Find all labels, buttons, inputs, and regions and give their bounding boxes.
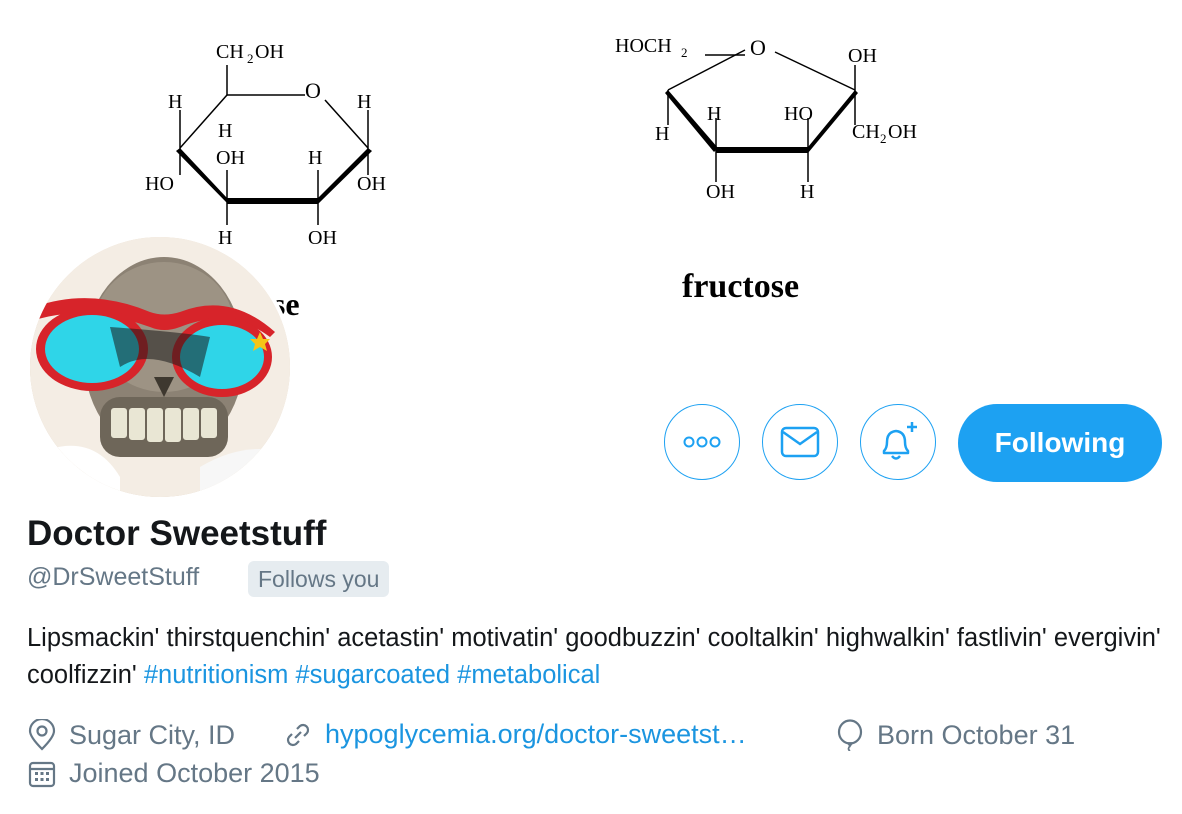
svg-text:2: 2 [681, 45, 688, 60]
svg-text:HOCH: HOCH [615, 35, 672, 57]
website-link[interactable]: hypoglycemia.org/doctor-sweetst… [325, 719, 747, 750]
notifications-button[interactable] [860, 404, 936, 480]
svg-text:OH: OH [888, 121, 917, 143]
svg-text:H: H [800, 181, 814, 203]
calendar-icon [28, 761, 56, 787]
skull-avatar-image [30, 237, 290, 497]
balloon-icon [837, 719, 863, 751]
svg-text:OH: OH [255, 41, 284, 63]
svg-text:2: 2 [247, 51, 254, 66]
link-icon [286, 723, 310, 746]
svg-text:O: O [305, 78, 321, 103]
user-handle: @DrSweetStuff [27, 563, 200, 591]
svg-text:CH: CH [216, 41, 244, 63]
svg-text:H: H [168, 91, 182, 113]
svg-text:H: H [707, 103, 721, 125]
svg-text:HO: HO [784, 103, 813, 125]
svg-text:OH: OH [308, 227, 337, 249]
joined-text: Joined October 2015 [69, 758, 320, 788]
more-button[interactable] [664, 404, 740, 480]
avatar[interactable] [26, 233, 294, 501]
profile-website: hypoglycemia.org/doctor-sweetst… [283, 719, 747, 750]
svg-text:OH: OH [706, 181, 735, 203]
svg-text:H: H [218, 227, 232, 249]
more-icon [683, 436, 721, 448]
following-button[interactable]: Following [958, 404, 1162, 482]
svg-text:H: H [357, 91, 371, 113]
svg-text:HO: HO [145, 173, 174, 195]
hashtag-link[interactable]: #nutritionism [144, 661, 289, 689]
profile-location: Sugar City, ID [27, 719, 235, 751]
location-pin-icon [28, 719, 56, 751]
svg-text:OH: OH [216, 147, 245, 169]
message-button[interactable] [762, 404, 838, 480]
fructose-structure: HOCH 2 O OH H HO H CH 2 OH OH H fructose [615, 35, 917, 305]
svg-text:2: 2 [880, 131, 887, 146]
follows-you-badge: Follows you [248, 561, 390, 597]
svg-text:H: H [308, 147, 322, 169]
svg-text:OH: OH [357, 173, 386, 195]
svg-text:CH: CH [852, 121, 880, 143]
svg-text:OH: OH [848, 45, 877, 67]
svg-text:O: O [750, 35, 766, 60]
envelope-icon [780, 426, 820, 458]
profile-joined: Joined October 2015 [27, 758, 320, 789]
bell-plus-icon [882, 422, 917, 460]
fructose-caption: fructose [682, 268, 799, 305]
birthday-text: Born October 31 [877, 719, 1076, 750]
svg-text:H: H [218, 120, 232, 142]
profile-birthday: Born October 31 [835, 719, 1075, 751]
display-name: Doctor Sweetstuff [27, 514, 327, 553]
hashtag-link[interactable]: #metabolical [457, 661, 600, 689]
hashtag-link[interactable]: #sugarcoated [296, 661, 451, 689]
location-text: Sugar City, ID [69, 719, 236, 750]
profile-bio: Lipsmackin' thirstquenchin' acetastin' m… [27, 620, 1167, 694]
svg-text:H: H [655, 123, 669, 145]
